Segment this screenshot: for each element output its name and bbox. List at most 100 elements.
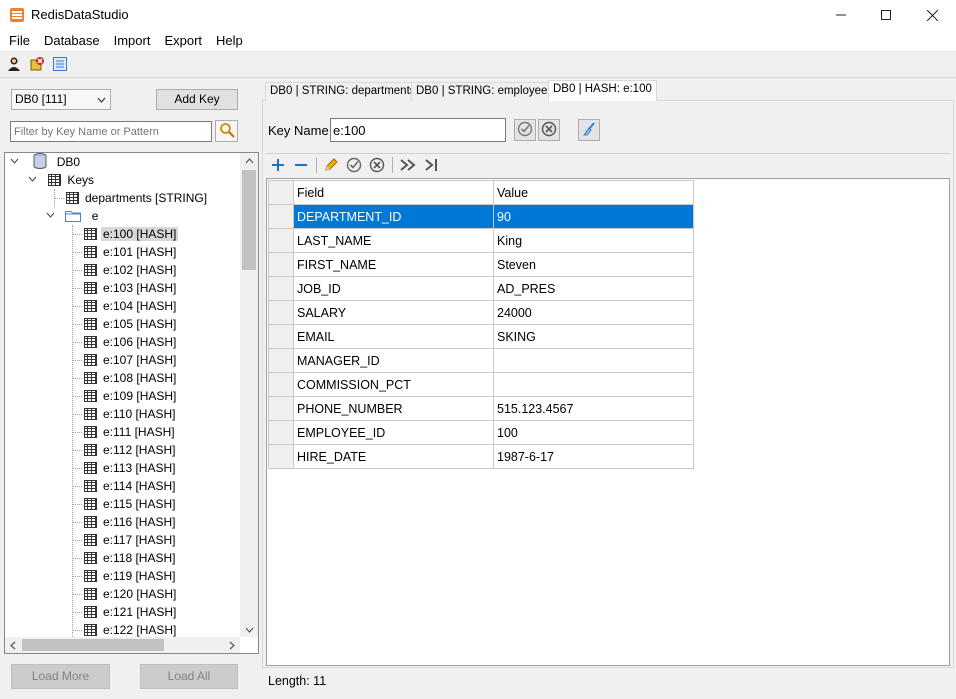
row-header[interactable] (268, 276, 294, 301)
tab-employees[interactable]: DB0 | STRING: employees (411, 82, 559, 101)
tree-node-group-e[interactable]: e (46, 207, 100, 225)
row-header[interactable] (268, 300, 294, 325)
list-view-icon[interactable] (51, 55, 69, 73)
field-cell[interactable]: FIRST_NAME (293, 252, 494, 277)
load-more-button[interactable]: Load More (11, 664, 110, 689)
value-cell[interactable]: AD_PRES (493, 276, 694, 301)
tree-node-hash-key[interactable]: e:115 [HASH] (84, 495, 177, 513)
value-cell[interactable] (493, 348, 694, 373)
table-row[interactable]: PHONE_NUMBER 515.123.4567 (268, 396, 694, 421)
tree-node-hash-key[interactable]: e:107 [HASH] (84, 351, 178, 369)
row-header[interactable] (268, 204, 294, 229)
scroll-up-icon[interactable] (240, 153, 258, 169)
scroll-left-icon[interactable] (5, 637, 21, 653)
close-button[interactable] (909, 0, 955, 30)
tree-node-hash-key[interactable]: e:101 [HASH] (84, 243, 178, 261)
tree-node-hash-key[interactable]: e:110 [HASH] (84, 405, 177, 423)
value-cell[interactable]: 24000 (493, 300, 694, 325)
row-header[interactable] (268, 420, 294, 445)
tree-node-hash-key[interactable]: e:103 [HASH] (84, 279, 178, 297)
rename-confirm-button[interactable] (514, 119, 536, 141)
tree-node-hash-key[interactable]: e:109 [HASH] (84, 387, 178, 405)
row-header[interactable] (268, 396, 294, 421)
value-cell[interactable] (493, 372, 694, 397)
value-cell[interactable]: 515.123.4567 (493, 396, 694, 421)
value-cell[interactable]: Steven (493, 252, 694, 277)
rename-cancel-button[interactable] (538, 119, 560, 141)
tab-departments[interactable]: DB0 | STRING: departments (265, 82, 421, 101)
tree-node-hash-key[interactable]: e:100 [HASH] (84, 225, 179, 243)
field-cell[interactable]: MANAGER_ID (293, 348, 494, 373)
value-cell[interactable]: SKING (493, 324, 694, 349)
tree-node-hash-key[interactable]: e:116 [HASH] (84, 513, 177, 531)
row-header[interactable] (268, 444, 294, 469)
tree-node-db[interactable]: DB0 (10, 153, 82, 171)
tree-node-hash-key[interactable]: e:106 [HASH] (84, 333, 178, 351)
row-header[interactable] (268, 348, 294, 373)
scroll-right-icon[interactable] (224, 637, 240, 653)
key-tree[interactable]: DB0 Keys departments [STRING] e e:100 [H… (4, 152, 259, 654)
column-header-field[interactable]: Field (293, 180, 494, 205)
remove-row-icon[interactable] (293, 157, 309, 173)
row-header[interactable] (268, 228, 294, 253)
tree-node-hash-key[interactable]: e:102 [HASH] (84, 261, 178, 279)
tree-node-hash-key[interactable]: e:113 [HASH] (84, 459, 177, 477)
tree-hscroll-thumb[interactable] (22, 639, 164, 651)
table-row[interactable]: LAST_NAME King (268, 228, 694, 253)
menu-import[interactable]: Import (107, 30, 158, 52)
row-header[interactable] (268, 252, 294, 277)
table-row[interactable]: SALARY 24000 (268, 300, 694, 325)
row-header[interactable] (268, 324, 294, 349)
field-cell[interactable]: COMMISSION_PCT (293, 372, 494, 397)
edit-pencil-icon[interactable] (323, 157, 339, 173)
tree-node-hash-key[interactable]: e:108 [HASH] (84, 369, 178, 387)
field-cell[interactable]: DEPARTMENT_ID (293, 204, 494, 229)
value-cell[interactable]: King (493, 228, 694, 253)
last-page-icon[interactable] (423, 157, 439, 173)
search-button[interactable] (215, 120, 238, 142)
field-cell[interactable]: EMAIL (293, 324, 494, 349)
table-row[interactable]: COMMISSION_PCT (268, 372, 694, 397)
menu-file[interactable]: File (0, 30, 37, 52)
table-row[interactable]: EMPLOYEE_ID 100 (268, 420, 694, 445)
scroll-down-icon[interactable] (240, 622, 258, 638)
value-cell[interactable]: 100 (493, 420, 694, 445)
tree-scroll-thumb[interactable] (242, 170, 256, 270)
table-row[interactable]: MANAGER_ID (268, 348, 694, 373)
tree-node-hash-key[interactable]: e:117 [HASH] (84, 531, 177, 549)
tree-node-hash-key[interactable]: e:111 [HASH] (84, 423, 177, 441)
filter-input[interactable] (10, 121, 212, 142)
tree-node-hash-key[interactable]: e:118 [HASH] (84, 549, 177, 567)
tree-node-hash-key[interactable]: e:121 [HASH] (84, 603, 178, 621)
column-header-value[interactable]: Value (493, 180, 694, 205)
field-cell[interactable]: EMPLOYEE_ID (293, 420, 494, 445)
cancel-circle-icon[interactable] (369, 157, 385, 173)
value-cell[interactable]: 1987-6-17 (493, 444, 694, 469)
tree-node-hash-key[interactable]: e:119 [HASH] (84, 567, 177, 585)
add-row-icon[interactable] (270, 157, 286, 173)
table-row[interactable]: JOB_ID AD_PRES (268, 276, 694, 301)
table-row[interactable]: HIRE_DATE 1987-6-17 (268, 444, 694, 469)
connect-user-icon[interactable] (5, 55, 23, 73)
menu-database[interactable]: Database (37, 30, 107, 52)
tree-node-string-key[interactable]: departments [STRING] (66, 189, 209, 207)
field-cell[interactable]: HIRE_DATE (293, 444, 494, 469)
key-name-input[interactable] (330, 118, 506, 142)
tree-node-hash-key[interactable]: e:120 [HASH] (84, 585, 178, 603)
minimize-button[interactable] (818, 0, 864, 30)
database-select[interactable]: DB0 [111] (11, 89, 111, 110)
clear-button[interactable] (578, 119, 600, 141)
tree-node-hash-key[interactable]: e:114 [HASH] (84, 477, 177, 495)
table-row[interactable]: EMAIL SKING (268, 324, 694, 349)
next-page-icon[interactable] (399, 157, 417, 173)
tree-node-hash-key[interactable]: e:112 [HASH] (84, 441, 177, 459)
tree-node-hash-key[interactable]: e:104 [HASH] (84, 297, 178, 315)
table-row[interactable]: FIRST_NAME Steven (268, 252, 694, 277)
maximize-button[interactable] (863, 0, 909, 30)
value-cell[interactable]: 90 (493, 204, 694, 229)
field-cell[interactable]: JOB_ID (293, 276, 494, 301)
field-cell[interactable]: SALARY (293, 300, 494, 325)
check-circle-icon[interactable] (346, 157, 362, 173)
menu-help[interactable]: Help (209, 30, 250, 52)
tree-node-hash-key[interactable]: e:105 [HASH] (84, 315, 178, 333)
